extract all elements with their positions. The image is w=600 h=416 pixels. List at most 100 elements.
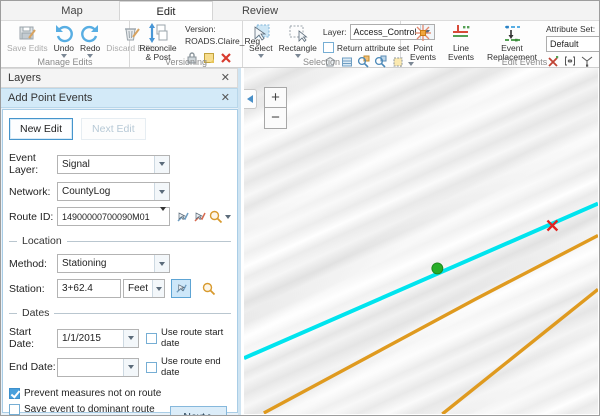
network-value: CountyLog bbox=[58, 186, 154, 197]
undo-icon bbox=[54, 23, 74, 43]
group-label-edit-events: Edit Events bbox=[401, 57, 600, 67]
network-label: Network: bbox=[9, 186, 57, 198]
pick-station-on-map-button[interactable] bbox=[171, 279, 191, 298]
tab-map[interactable]: Map bbox=[25, 1, 119, 20]
event-layer-label: Event Layer: bbox=[9, 152, 57, 176]
zoom-to-station-icon[interactable] bbox=[199, 279, 219, 298]
add-point-events-close-icon[interactable]: ✕ bbox=[221, 93, 230, 104]
layer-label: Layer: bbox=[323, 27, 347, 37]
route-id-label: Route ID: bbox=[9, 211, 57, 223]
method-label: Method: bbox=[9, 258, 57, 270]
event-replacement-icon bbox=[502, 23, 522, 43]
route-id-combo[interactable]: 14900000700090M01 bbox=[57, 207, 170, 226]
layers-pane-header[interactable]: Layers ✕ bbox=[1, 68, 238, 88]
line-events-icon bbox=[451, 23, 471, 43]
save-dominant-label: Save event to dominant route bbox=[24, 404, 155, 415]
map-zoom-control: + − bbox=[264, 87, 287, 129]
layers-pane-title: Layers bbox=[8, 72, 41, 84]
dates-section-label: Dates bbox=[22, 307, 49, 319]
add-point-events-body: New Edit Next Edit Event Layer: Signal N… bbox=[2, 109, 238, 413]
use-route-end-date-label: Use route end date bbox=[161, 356, 231, 378]
zoom-to-route-icon[interactable] bbox=[209, 207, 231, 226]
station-unit-select[interactable]: Feet bbox=[123, 279, 165, 298]
ribbon-body: Save Edits Undo Redo bbox=[1, 21, 599, 67]
left-panel: Layers ✕ Add Point Events ✕ New Edit Nex… bbox=[1, 68, 241, 415]
ribbon-tab-bar: Map Edit Review bbox=[1, 1, 599, 21]
return-attribute-set-checkbox[interactable] bbox=[323, 42, 334, 53]
station-value: 3+62.4 bbox=[58, 283, 120, 294]
end-date-dropdown[interactable] bbox=[123, 359, 138, 376]
add-point-events-title: Add Point Events bbox=[8, 92, 92, 104]
event-layer-select[interactable]: Signal bbox=[57, 155, 170, 174]
group-label-selection: Selection bbox=[243, 57, 400, 67]
return-attribute-set-label: Return attribute set bbox=[337, 43, 409, 53]
save-edits-button[interactable]: Save Edits bbox=[5, 22, 50, 54]
group-label-versioning: Versioning bbox=[130, 57, 242, 67]
group-edit-events: Point Events Line Events bbox=[401, 21, 600, 67]
select-button[interactable]: Select bbox=[247, 22, 275, 59]
end-date-input[interactable] bbox=[57, 358, 139, 377]
event-layer-dropdown[interactable] bbox=[154, 156, 169, 173]
use-route-start-date-checkbox[interactable] bbox=[146, 333, 157, 344]
rectangle-select-icon bbox=[288, 23, 308, 43]
group-manage-edits: Save Edits Undo Redo bbox=[1, 21, 130, 67]
undo-button[interactable]: Undo bbox=[52, 22, 76, 59]
group-versioning: Reconcile & Post Version: ROADS.Claire_R… bbox=[130, 21, 243, 67]
tab-review[interactable]: Review bbox=[213, 1, 307, 20]
network-select[interactable]: CountyLog bbox=[57, 182, 170, 201]
collapse-arrow-icon bbox=[247, 95, 253, 103]
event-layer-value: Signal bbox=[58, 159, 154, 170]
add-point-events-header[interactable]: Add Point Events ✕ bbox=[1, 88, 238, 108]
map-features bbox=[244, 68, 598, 414]
method-dropdown[interactable] bbox=[154, 255, 169, 272]
point-events-icon bbox=[413, 23, 433, 43]
station-unit-dropdown[interactable] bbox=[152, 280, 164, 297]
select-route-icon[interactable] bbox=[176, 207, 191, 226]
location-section-label: Location bbox=[22, 235, 62, 247]
save-dominant-checkbox[interactable] bbox=[9, 404, 20, 415]
layers-close-icon[interactable]: ✕ bbox=[221, 73, 230, 84]
use-route-start-date-label: Use route start date bbox=[161, 327, 231, 349]
start-date-value: 1/1/2015 bbox=[58, 333, 123, 344]
start-date-dropdown[interactable] bbox=[123, 330, 138, 347]
attribute-set-label: Attribute Set: bbox=[546, 24, 600, 34]
map-view[interactable]: + − bbox=[244, 68, 598, 414]
app-window: Map Edit Review Save Edits bbox=[0, 0, 600, 416]
new-edit-button[interactable]: New Edit bbox=[9, 118, 73, 140]
tab-edit[interactable]: Edit bbox=[119, 1, 213, 20]
use-route-end-date-checkbox[interactable] bbox=[146, 362, 157, 373]
prevent-measures-checkbox[interactable] bbox=[9, 388, 20, 399]
redo-button[interactable]: Redo bbox=[78, 22, 102, 59]
panel-collapse-tab[interactable] bbox=[244, 89, 257, 109]
route-id-value: 14900000700090M01 bbox=[58, 212, 157, 222]
zoom-in-button[interactable]: + bbox=[264, 87, 287, 108]
redo-label: Redo bbox=[80, 44, 100, 53]
reconcile-icon bbox=[148, 23, 168, 43]
station-unit-value: Feet bbox=[124, 283, 152, 294]
network-dropdown[interactable] bbox=[154, 183, 169, 200]
start-date-label: Start Date: bbox=[9, 326, 57, 350]
attribute-set-combo[interactable]: Default bbox=[546, 36, 600, 52]
next-button[interactable]: Next > bbox=[170, 406, 227, 416]
dates-section-separator: Dates bbox=[9, 307, 231, 319]
rectangle-button[interactable]: Rectangle bbox=[277, 22, 319, 59]
group-label-manage-edits: Manage Edits bbox=[1, 57, 129, 67]
route-start-marker bbox=[432, 263, 443, 274]
undo-label: Undo bbox=[54, 44, 74, 53]
group-selection: Select Rectangle Layer: Access_Con bbox=[243, 21, 401, 67]
method-select[interactable]: Stationing bbox=[57, 254, 170, 273]
next-edit-button[interactable]: Next Edit bbox=[81, 118, 146, 140]
select-icon bbox=[251, 23, 271, 43]
ribbon: Map Edit Review Save Edits bbox=[1, 1, 599, 68]
end-date-label: End Date: bbox=[9, 361, 57, 373]
prevent-measures-label: Prevent measures not on route bbox=[24, 388, 161, 399]
start-date-input[interactable]: 1/1/2015 bbox=[57, 329, 139, 348]
select-label: Select bbox=[249, 44, 273, 53]
method-value: Stationing bbox=[58, 258, 154, 269]
zoom-out-button[interactable]: − bbox=[264, 108, 287, 129]
location-section-separator: Location bbox=[9, 235, 231, 247]
route-id-dropdown[interactable] bbox=[157, 211, 169, 223]
station-input[interactable]: 3+62.4 bbox=[57, 279, 121, 298]
save-icon bbox=[17, 23, 37, 43]
select-route-on-map-icon[interactable] bbox=[193, 207, 208, 226]
